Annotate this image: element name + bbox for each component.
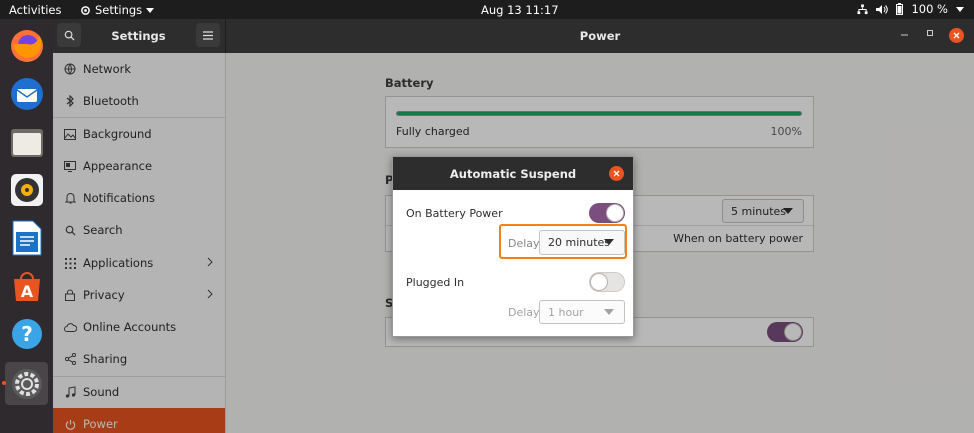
dock-files[interactable] (5, 120, 48, 163)
on-battery-label: On Battery Power (406, 207, 503, 220)
activities-button[interactable]: Activities (9, 3, 61, 17)
chevron-down-icon (604, 309, 614, 315)
settings-icon (11, 368, 42, 399)
network-icon (857, 3, 868, 14)
battery-percent: 100 % (911, 2, 948, 16)
app-menu-label: Settings (95, 3, 143, 17)
running-indicator (2, 381, 6, 385)
plugged-delay-value: 1 hour (548, 305, 584, 319)
chevron-down-icon (146, 7, 155, 13)
menu-button[interactable] (196, 23, 220, 47)
clock[interactable]: Aug 13 11:17 (481, 3, 559, 17)
dialog-close-button[interactable] (609, 166, 624, 181)
close-icon (613, 170, 620, 177)
delay-highlight-box (499, 224, 627, 259)
dock-help[interactable]: ? (5, 312, 48, 355)
files-icon (10, 128, 43, 157)
close-button[interactable] (949, 28, 964, 43)
toggle-knob (590, 273, 608, 291)
restore-icon (927, 30, 933, 36)
dock: A ? (0, 19, 53, 433)
toggle-knob (606, 204, 624, 222)
battery-icon (896, 3, 904, 15)
plugged-delay-combo[interactable]: 1 hour (539, 300, 625, 324)
volume-icon (876, 4, 889, 14)
close-icon (953, 32, 960, 39)
hamburger-icon (203, 30, 213, 40)
help-icon: ? (11, 318, 42, 349)
plugged-in-toggle[interactable] (589, 272, 625, 292)
thunderbird-icon (10, 77, 43, 110)
svg-text:?: ? (21, 322, 33, 346)
libreoffice-writer-icon (12, 220, 41, 255)
system-tray[interactable]: 100 % (857, 2, 964, 16)
header-bar: Settings Power (53, 19, 974, 53)
dock-writer[interactable] (5, 216, 48, 259)
gear-icon (81, 5, 90, 15)
svg-text:A: A (20, 282, 33, 301)
dock-software[interactable]: A (5, 264, 48, 307)
plugged-delay-label: Delay (508, 306, 540, 319)
app-menu[interactable]: Settings (80, 3, 155, 17)
page-title: Power (579, 29, 621, 43)
sidebar-header: Settings (53, 19, 226, 53)
minimize-button[interactable] (901, 28, 908, 39)
dialog-header: Automatic Suspend (393, 157, 633, 190)
dock-settings[interactable] (5, 362, 48, 405)
on-battery-toggle[interactable] (589, 203, 625, 223)
dock-thunderbird[interactable] (5, 72, 48, 115)
firefox-icon (10, 29, 43, 62)
software-icon: A (13, 271, 40, 301)
dock-firefox[interactable] (5, 24, 48, 67)
minimize-icon (901, 34, 908, 36)
chevron-down-icon (956, 6, 964, 12)
rhythmbox-icon (10, 173, 43, 206)
dock-rhythmbox[interactable] (5, 168, 48, 211)
maximize-button[interactable] (927, 28, 934, 39)
top-bar: Activities Settings Aug 13 11:17 100 % (0, 0, 974, 19)
plugged-in-label: Plugged In (406, 276, 465, 289)
dialog-title: Automatic Suspend (449, 166, 577, 181)
